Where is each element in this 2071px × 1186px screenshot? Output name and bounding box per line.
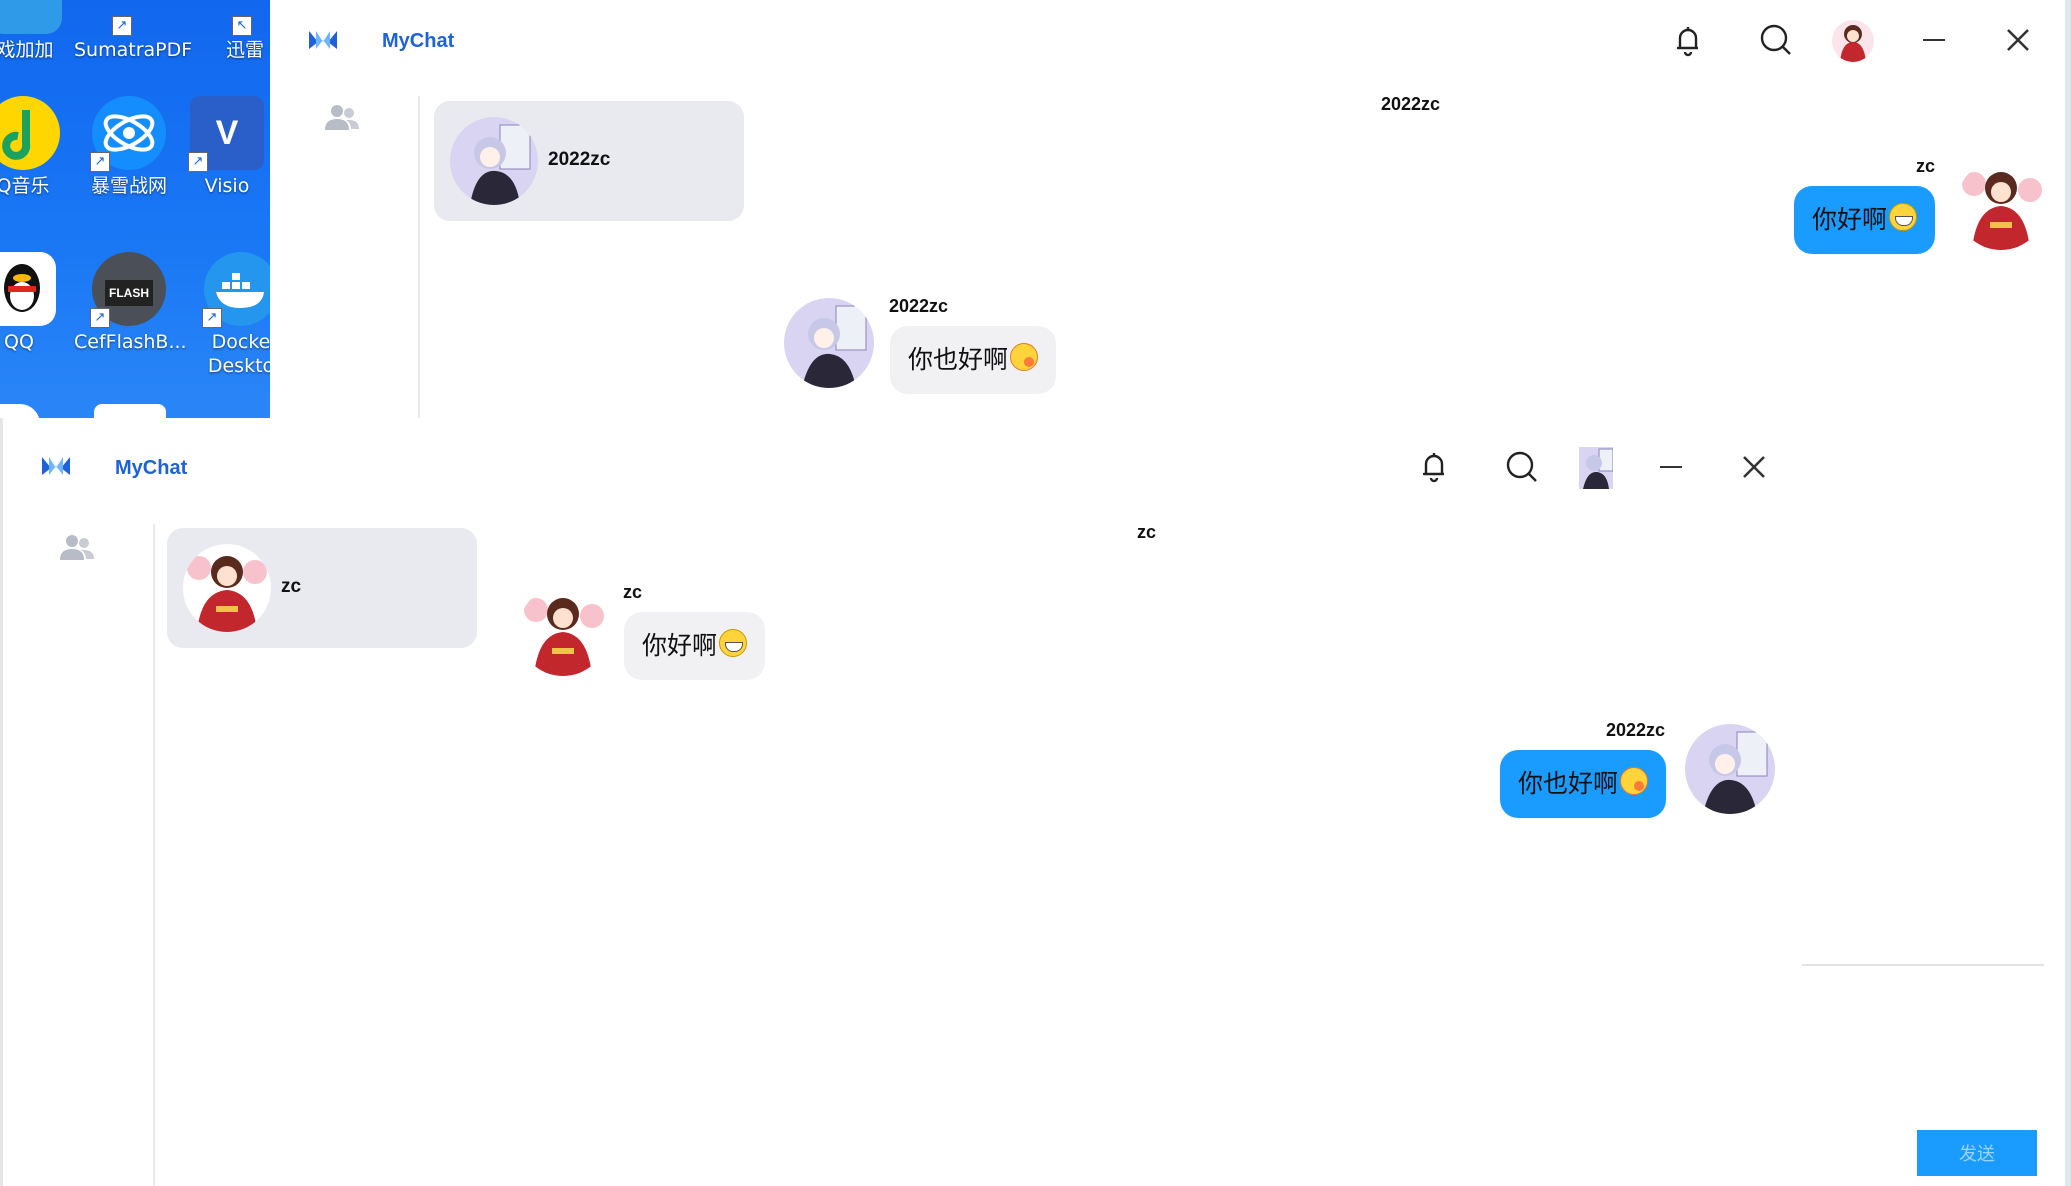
contact-avatar-2022zc	[450, 117, 538, 205]
message-avatar-zc	[1956, 160, 2046, 250]
mychat-logo-icon	[309, 31, 337, 49]
search-icon[interactable]	[1758, 22, 1794, 58]
message-sender-name: zc	[1916, 156, 1936, 176]
message-bubble-outgoing[interactable]: 你好啊	[1794, 186, 1936, 254]
message-text: 你好啊	[642, 631, 718, 660]
message-text: 你好啊	[1812, 205, 1888, 234]
minimize-icon[interactable]	[1916, 22, 1952, 58]
message-sender-name: 2022zc	[889, 296, 949, 316]
desktop-icon-qq[interactable]: QQ	[0, 252, 74, 354]
window-edge	[2065, 0, 2071, 1186]
message-sender-name: zc	[623, 582, 643, 602]
message-text: 你也好啊	[1518, 769, 1619, 798]
message-bubble-incoming[interactable]: 你也好啊	[890, 326, 1057, 394]
hug-emoji-icon	[1010, 343, 1039, 371]
close-icon[interactable]	[1736, 449, 1772, 485]
bell-icon[interactable]	[1416, 448, 1452, 484]
desktop-icon-partial	[0, 404, 40, 418]
flash-icon: FLASH ↗	[90, 252, 166, 328]
desktop-icon-partial	[94, 404, 166, 418]
sidebar	[3, 510, 151, 1186]
desktop-icon-sumatrapdf[interactable]: ↗ SumatraPDF	[74, 0, 192, 62]
qqmusic-icon	[0, 96, 60, 170]
docker-icon: ↗	[202, 252, 270, 328]
message-text: 你也好啊	[908, 345, 1009, 374]
search-icon[interactable]	[1504, 449, 1540, 485]
contact-avatar-zc	[183, 544, 271, 632]
message-avatar-zc	[518, 586, 608, 676]
grin-emoji-icon	[1889, 203, 1918, 231]
mychat-logo-icon	[42, 457, 70, 475]
message-sender-name: 2022zc	[1606, 720, 1666, 740]
chat-title: zc	[1137, 522, 1157, 542]
message-avatar-2022zc	[784, 298, 874, 388]
desktop-icon-qqmusic[interactable]: Q音乐	[0, 96, 78, 198]
minimize-icon[interactable]	[1653, 449, 1689, 485]
battlenet-icon: ↗	[90, 96, 166, 172]
chat-window-zc: MyChat 2022zc 2022zc zc 你好啊 2022zc 你也好啊	[270, 0, 2071, 418]
app-title: MyChat	[115, 457, 188, 479]
chat-title: 2022zc	[1381, 94, 1441, 114]
message-bubble-incoming[interactable]: 你好啊	[624, 612, 766, 680]
desktop-icon-visio[interactable]: V ↗ Visio	[172, 96, 270, 198]
desktop-icon-docker[interactable]: ↗ Docke Deskto	[186, 252, 270, 378]
message-bubble-outgoing[interactable]: 你也好啊	[1500, 750, 1667, 818]
desktop-icon-cefflash[interactable]: FLASH ↗ CefFlashB...	[74, 252, 187, 354]
message-avatar-2022zc	[1685, 724, 1775, 814]
desktop-icon-xijiajia[interactable]: 戏加加	[0, 0, 80, 62]
contact-item-2022zc[interactable]: 2022zc	[434, 101, 744, 221]
desktop-background: 戏加加 ↗ SumatraPDF ↖ 迅雷 Q音乐 ↗ 暴雪战网 V ↗ Vis…	[0, 0, 270, 418]
chat-window-2022zc: MyChat zc zc zc 你好啊 2022zc 你也好啊	[0, 418, 1804, 1186]
desktop-icon-xunlei[interactable]: ↖ 迅雷	[190, 0, 270, 62]
contacts-icon[interactable]	[59, 532, 95, 562]
qq-penguin-icon	[0, 252, 56, 326]
user-avatar-2022zc[interactable]	[1579, 447, 1613, 489]
message-input-divider	[1802, 964, 2044, 966]
title-bar: MyChat	[270, 0, 2071, 84]
grin-emoji-icon	[719, 629, 748, 657]
send-button[interactable]: 发送	[1917, 1130, 2037, 1176]
user-avatar-zc[interactable]	[1832, 20, 1874, 62]
contact-item-zc[interactable]: zc	[167, 528, 477, 648]
bell-icon[interactable]	[1670, 22, 1706, 58]
hug-emoji-icon	[1620, 767, 1649, 795]
sidebar-divider	[153, 524, 155, 1186]
chat-area: 2022zc	[270, 84, 2071, 418]
visio-icon: V ↗	[188, 96, 264, 172]
title-bar: MyChat	[3, 418, 1804, 502]
desktop-icon-battlenet[interactable]: ↗ 暴雪战网	[74, 96, 184, 198]
close-icon[interactable]	[2000, 22, 2036, 58]
app-title: MyChat	[382, 30, 455, 52]
